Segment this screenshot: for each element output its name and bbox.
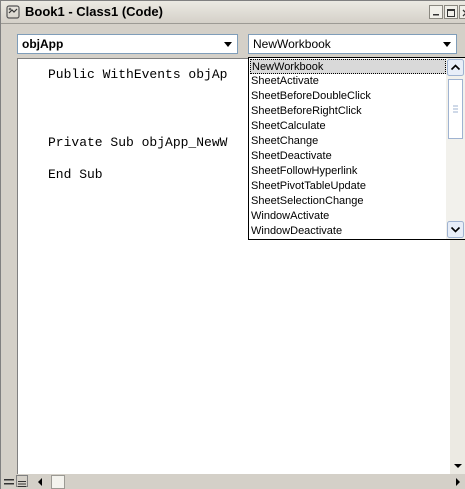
maximize-icon (447, 9, 455, 17)
list-item[interactable]: SheetActivate (250, 74, 446, 89)
minimize-button[interactable] (429, 5, 443, 19)
list-item[interactable]: SheetDeactivate (250, 149, 446, 164)
code-line[interactable]: End Sub (48, 167, 103, 182)
maximize-button[interactable] (444, 5, 458, 19)
vba-class-icon (5, 4, 21, 20)
list-item[interactable]: SheetBeforeRightClick (250, 104, 446, 119)
chevron-up-icon[interactable] (447, 59, 464, 76)
code-line[interactable]: Public WithEvents objAp (48, 67, 227, 82)
code-line[interactable]: Private Sub objApp_NewW (48, 135, 227, 150)
list-item[interactable]: SheetFollowHyperlink (250, 164, 446, 179)
chevron-down-icon[interactable] (220, 36, 236, 52)
full-module-view-icon[interactable] (16, 475, 28, 487)
scroll-left-icon[interactable] (32, 474, 48, 489)
list-item[interactable]: WindowActivate (250, 209, 446, 224)
list-scrollbar[interactable] (446, 58, 465, 239)
scroll-right-icon[interactable] (450, 474, 465, 489)
chevron-down-icon[interactable] (439, 36, 455, 52)
object-dropdown[interactable]: objApp (17, 34, 238, 54)
window-title: Book1 - Class1 (Code) (25, 4, 163, 19)
list-item[interactable]: NewWorkbook (250, 59, 446, 74)
close-icon (462, 9, 465, 17)
close-button[interactable] (459, 5, 465, 19)
procedure-dropdown-value: NewWorkbook (253, 37, 331, 51)
list-item[interactable]: SheetChange (250, 134, 446, 149)
list-item[interactable]: WindowDeactivate (250, 224, 446, 239)
status-bar (1, 474, 465, 489)
procedure-view-icon[interactable] (3, 475, 15, 487)
list-item[interactable]: SheetBeforeDoubleClick (250, 89, 446, 104)
procedure-dropdown[interactable]: NewWorkbook (248, 34, 457, 54)
object-dropdown-value: objApp (22, 37, 64, 51)
list-item[interactable]: SheetPivotTableUpdate (250, 179, 446, 194)
scroll-down-icon[interactable] (450, 457, 465, 474)
horizontal-scroll-thumb[interactable] (51, 475, 65, 489)
title-bar[interactable]: Book1 - Class1 (Code) (1, 1, 465, 24)
code-window: Book1 - Class1 (Code) objApp NewWorkbook… (0, 0, 465, 489)
minimize-icon (433, 14, 439, 16)
list-item[interactable]: SheetCalculate (250, 119, 446, 134)
list-item[interactable]: SheetSelectionChange (250, 194, 446, 209)
procedure-dropdown-list[interactable]: NewWorkbook SheetActivate SheetBeforeDou… (248, 57, 465, 240)
chevron-down-icon[interactable] (447, 221, 464, 238)
list-scroll-thumb[interactable] (448, 79, 463, 139)
